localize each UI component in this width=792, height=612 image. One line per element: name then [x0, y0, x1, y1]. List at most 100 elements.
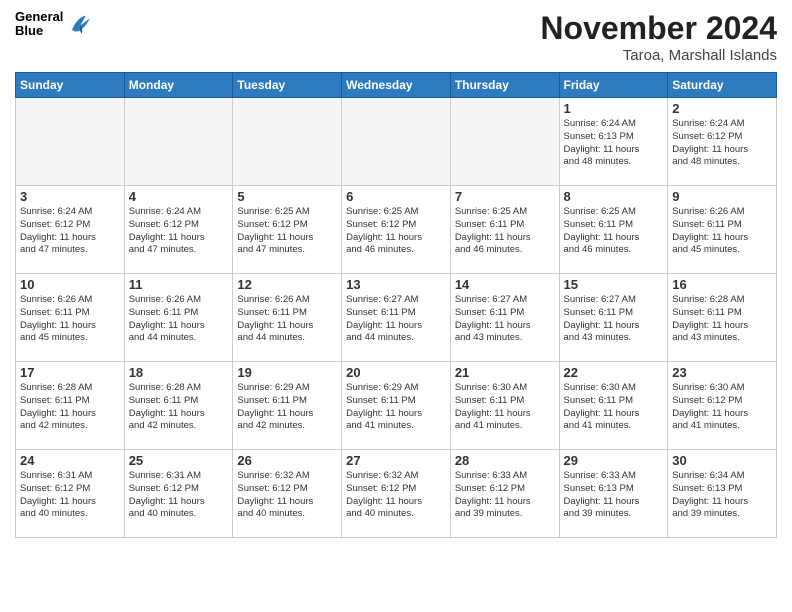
day-info: Sunrise: 6:28 AMSunset: 6:11 PMDaylight:…	[20, 382, 120, 433]
day-info: Sunrise: 6:24 AMSunset: 6:12 PMDaylight:…	[129, 206, 229, 257]
day-number: 15	[564, 277, 664, 292]
calendar-week-row: 1Sunrise: 6:24 AMSunset: 6:13 PMDaylight…	[16, 98, 777, 186]
logo-text: General Blue	[15, 10, 63, 39]
calendar-day-cell: 12Sunrise: 6:26 AMSunset: 6:11 PMDayligh…	[233, 274, 342, 362]
calendar-day-cell: 21Sunrise: 6:30 AMSunset: 6:11 PMDayligh…	[450, 362, 559, 450]
day-info: Sunrise: 6:26 AMSunset: 6:11 PMDaylight:…	[672, 206, 772, 257]
page: General Blue November 2024 Taroa, Marsha…	[0, 0, 792, 553]
day-info: Sunrise: 6:24 AMSunset: 6:13 PMDaylight:…	[564, 118, 664, 169]
day-number: 14	[455, 277, 555, 292]
title-month: November 2024	[540, 10, 777, 47]
weekday-header: Thursday	[450, 73, 559, 98]
day-info: Sunrise: 6:25 AMSunset: 6:12 PMDaylight:…	[237, 206, 337, 257]
calendar-day-cell: 3 Sunrise: 6:24 AMSunset: 6:12 PMDaylight…	[16, 186, 125, 274]
day-info: Sunrise: 6:27 AMSunset: 6:11 PMDaylight:…	[564, 294, 664, 345]
calendar-day-cell: 4 Sunrise: 6:24 AMSunset: 6:12 PMDaylight…	[124, 186, 233, 274]
calendar-day-cell: 24 Sunrise: 6:31 AMSunset: 6:12 PMDayligh…	[16, 450, 125, 538]
day-number: 19	[237, 365, 337, 380]
calendar-day-cell: 14 Sunrise: 6:27 AMSunset: 6:11 PMDayligh…	[450, 274, 559, 362]
calendar-day-cell: 13 Sunrise: 6:27 AMSunset: 6:11 PMDayligh…	[342, 274, 451, 362]
day-number: 28	[455, 453, 555, 468]
calendar-day-cell	[450, 98, 559, 186]
day-info: Sunrise: 6:25 AMSunset: 6:11 PMDaylight:…	[455, 206, 555, 257]
calendar-day-cell: 2Sunrise: 6:24 AMSunset: 6:12 PMDaylight…	[668, 98, 777, 186]
day-number: 11	[129, 277, 229, 292]
day-number: 12	[237, 277, 337, 292]
calendar-day-cell: 19 Sunrise: 6:29 AMSunset: 6:11 PMDayligh…	[233, 362, 342, 450]
calendar-day-cell: 22Sunrise: 6:30 AMSunset: 6:11 PMDayligh…	[559, 362, 668, 450]
calendar-table: SundayMondayTuesdayWednesdayThursdayFrid…	[15, 72, 777, 538]
day-info: Sunrise: 6:30 AMSunset: 6:12 PMDaylight:…	[672, 382, 772, 433]
day-info: Sunrise: 6:25 AMSunset: 6:11 PMDaylight:…	[564, 206, 664, 257]
day-info: Sunrise: 6:27 AMSunset: 6:11 PMDaylight:…	[346, 294, 446, 345]
day-info: Sunrise: 6:25 AMSunset: 6:12 PMDaylight:…	[346, 206, 446, 257]
day-number: 3	[20, 189, 120, 204]
day-info: Sunrise: 6:32 AMSunset: 6:12 PMDaylight:…	[237, 470, 337, 521]
logo-bird-icon	[65, 10, 93, 38]
calendar-day-cell: 23Sunrise: 6:30 AMSunset: 6:12 PMDayligh…	[668, 362, 777, 450]
day-number: 21	[455, 365, 555, 380]
calendar-week-row: 17Sunrise: 6:28 AMSunset: 6:11 PMDayligh…	[16, 362, 777, 450]
day-number: 6	[346, 189, 446, 204]
day-number: 25	[129, 453, 229, 468]
calendar-day-cell: 7 Sunrise: 6:25 AMSunset: 6:11 PMDaylight…	[450, 186, 559, 274]
day-info: Sunrise: 6:28 AMSunset: 6:11 PMDaylight:…	[672, 294, 772, 345]
day-info: Sunrise: 6:33 AMSunset: 6:13 PMDaylight:…	[564, 470, 664, 521]
day-number: 29	[564, 453, 664, 468]
calendar-day-cell	[124, 98, 233, 186]
calendar-day-cell: 1Sunrise: 6:24 AMSunset: 6:13 PMDaylight…	[559, 98, 668, 186]
day-info: Sunrise: 6:31 AMSunset: 6:12 PMDaylight:…	[20, 470, 120, 521]
calendar-day-cell: 20 Sunrise: 6:29 AMSunset: 6:11 PMDayligh…	[342, 362, 451, 450]
calendar-day-cell: 30 Sunrise: 6:34 AMSunset: 6:13 PMDayligh…	[668, 450, 777, 538]
day-info: Sunrise: 6:27 AMSunset: 6:11 PMDaylight:…	[455, 294, 555, 345]
day-info: Sunrise: 6:29 AMSunset: 6:11 PMDaylight:…	[346, 382, 446, 433]
calendar-day-cell: 5 Sunrise: 6:25 AMSunset: 6:12 PMDaylight…	[233, 186, 342, 274]
calendar-day-cell: 28Sunrise: 6:33 AMSunset: 6:12 PMDayligh…	[450, 450, 559, 538]
day-number: 22	[564, 365, 664, 380]
header: General Blue November 2024 Taroa, Marsha…	[15, 10, 777, 64]
day-number: 24	[20, 453, 120, 468]
calendar-header-row: SundayMondayTuesdayWednesdayThursdayFrid…	[16, 73, 777, 98]
logo: General Blue	[15, 10, 93, 39]
weekday-header: Monday	[124, 73, 233, 98]
day-info: Sunrise: 6:28 AMSunset: 6:11 PMDaylight:…	[129, 382, 229, 433]
weekday-header: Wednesday	[342, 73, 451, 98]
calendar-day-cell: 27 Sunrise: 6:32 AMSunset: 6:12 PMDayligh…	[342, 450, 451, 538]
weekday-header: Saturday	[668, 73, 777, 98]
day-number: 5	[237, 189, 337, 204]
calendar-day-cell: 11 Sunrise: 6:26 AMSunset: 6:11 PMDayligh…	[124, 274, 233, 362]
calendar-day-cell: 17Sunrise: 6:28 AMSunset: 6:11 PMDayligh…	[16, 362, 125, 450]
day-number: 26	[237, 453, 337, 468]
calendar-day-cell	[342, 98, 451, 186]
day-number: 27	[346, 453, 446, 468]
day-info: Sunrise: 6:32 AMSunset: 6:12 PMDaylight:…	[346, 470, 446, 521]
calendar-day-cell: 18Sunrise: 6:28 AMSunset: 6:11 PMDayligh…	[124, 362, 233, 450]
day-number: 20	[346, 365, 446, 380]
day-number: 4	[129, 189, 229, 204]
day-info: Sunrise: 6:34 AMSunset: 6:13 PMDaylight:…	[672, 470, 772, 521]
weekday-header: Friday	[559, 73, 668, 98]
logo-blue: Blue	[15, 24, 63, 38]
calendar-day-cell: 10 Sunrise: 6:26 AMSunset: 6:11 PMDayligh…	[16, 274, 125, 362]
calendar-day-cell	[16, 98, 125, 186]
calendar-day-cell	[233, 98, 342, 186]
day-info: Sunrise: 6:24 AMSunset: 6:12 PMDaylight:…	[672, 118, 772, 169]
title-location: Taroa, Marshall Islands	[540, 47, 777, 64]
day-info: Sunrise: 6:24 AMSunset: 6:12 PMDaylight:…	[20, 206, 120, 257]
day-number: 13	[346, 277, 446, 292]
day-number: 10	[20, 277, 120, 292]
day-number: 30	[672, 453, 772, 468]
day-number: 7	[455, 189, 555, 204]
day-info: Sunrise: 6:31 AMSunset: 6:12 PMDaylight:…	[129, 470, 229, 521]
calendar-day-cell: 26 Sunrise: 6:32 AMSunset: 6:12 PMDayligh…	[233, 450, 342, 538]
calendar-week-row: 3 Sunrise: 6:24 AMSunset: 6:12 PMDaylight…	[16, 186, 777, 274]
day-info: Sunrise: 6:26 AMSunset: 6:11 PMDaylight:…	[20, 294, 120, 345]
day-number: 9	[672, 189, 772, 204]
title-block: November 2024 Taroa, Marshall Islands	[540, 10, 777, 64]
weekday-header: Tuesday	[233, 73, 342, 98]
weekday-header: Sunday	[16, 73, 125, 98]
day-info: Sunrise: 6:29 AMSunset: 6:11 PMDaylight:…	[237, 382, 337, 433]
calendar-day-cell: 6 Sunrise: 6:25 AMSunset: 6:12 PMDaylight…	[342, 186, 451, 274]
day-info: Sunrise: 6:26 AMSunset: 6:11 PMDaylight:…	[129, 294, 229, 345]
calendar-day-cell: 25 Sunrise: 6:31 AMSunset: 6:12 PMDayligh…	[124, 450, 233, 538]
